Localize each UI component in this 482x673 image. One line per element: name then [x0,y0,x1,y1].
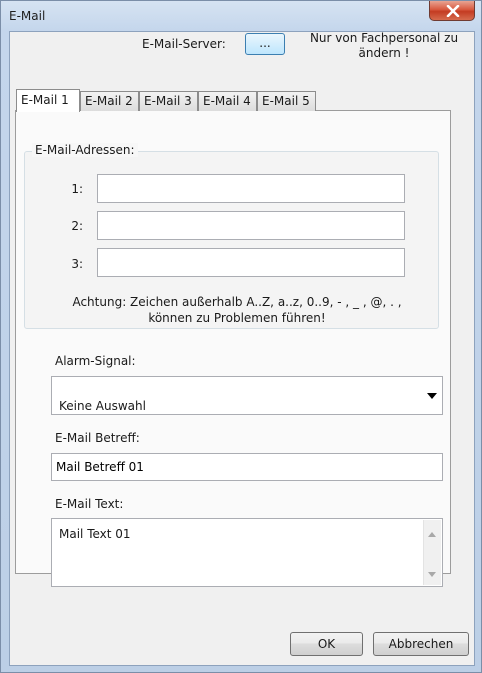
address-1-input[interactable] [97,174,405,203]
warning-line-1: Achtung: Zeichen außerhalb A..Z, a..z, 0… [72,295,402,309]
tab-email-3[interactable]: E-Mail 3 [139,91,198,111]
email-server-button[interactable]: ... [245,33,285,55]
email-server-label: E-Mail-Server: [142,37,226,51]
address-2-input[interactable] [97,211,405,240]
address-group-title: E-Mail-Adressen: [32,143,138,157]
tab-email-2[interactable]: E-Mail 2 [80,91,139,111]
email-subject-input[interactable] [51,453,443,481]
window-title: E-Mail [9,9,46,23]
warning-line-2: können zu Problemen führen! [148,311,326,325]
alarm-signal-label: Alarm-Signal: [55,354,136,368]
server-note: Nur von Fachpersonal zu ändern ! [304,31,464,61]
dropdown-arrow-icon [427,393,437,399]
alarm-signal-value: Keine Auswahl [59,399,146,413]
close-button[interactable] [429,1,475,21]
address-2-label: 2: [71,219,83,233]
email-subject-label: E-Mail Betreff: [55,431,140,445]
address-1-label: 1: [71,182,83,196]
alarm-signal-select[interactable]: Keine Auswahl [51,376,443,415]
scroll-up-icon[interactable] [428,532,436,537]
tab-email-1[interactable]: E-Mail 1 [16,89,80,112]
ok-button[interactable]: OK [290,632,363,656]
scroll-down-icon[interactable] [428,572,436,577]
tab-email-4[interactable]: E-Mail 4 [198,91,257,111]
vertical-scrollbar[interactable] [423,520,441,585]
email-text-area[interactable]: Mail Text 01 [51,518,443,587]
server-note-text: Nur von Fachpersonal zu ändern ! [309,31,459,60]
cancel-button[interactable]: Abbrechen [373,632,469,656]
email-text-value: Mail Text 01 [59,527,131,541]
tab-email-5[interactable]: E-Mail 5 [257,91,316,111]
email-text-label: E-Mail Text: [55,497,124,511]
address-3-label: 3: [71,257,83,271]
address-3-input[interactable] [97,248,405,277]
close-icon [446,5,460,17]
title-bar[interactable]: E-Mail [1,1,481,31]
character-warning: Achtung: Zeichen außerhalb A..Z, a..z, 0… [54,294,420,326]
